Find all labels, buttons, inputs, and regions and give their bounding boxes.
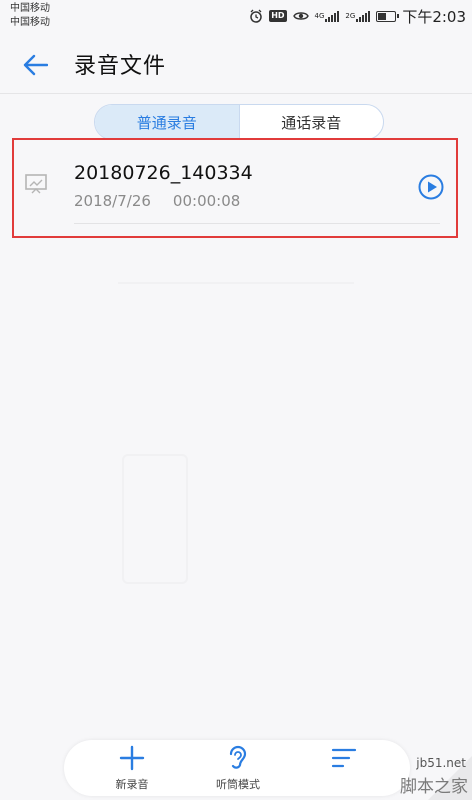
signal-1-icon: 4G (315, 10, 340, 22)
network-type-1: 4G (314, 12, 325, 20)
eye-icon (292, 10, 309, 22)
watermark: jb51.net 脚本之家 (382, 742, 472, 800)
background-illustration-phone (122, 454, 188, 584)
menu-lines-icon (329, 744, 359, 772)
recording-meta: 2018/7/26 00:00:08 (74, 192, 240, 210)
app-header: 录音文件 (0, 34, 472, 94)
status-icons: HD 4G 2G 下午2:03 (249, 6, 466, 26)
earpiece-mode-label: 听筒模式 (216, 778, 260, 791)
recording-duration: 00:00:08 (172, 192, 241, 210)
recording-name: 20180726_140334 (74, 162, 253, 184)
back-button[interactable] (20, 50, 50, 80)
hd-icon: HD (269, 10, 287, 22)
carrier-labels: 中国移动 中国移动 (10, 2, 50, 30)
background-illustration-line (118, 282, 354, 284)
recording-file-icon (25, 174, 47, 194)
network-type-2: 2G (345, 12, 356, 20)
alarm-icon (249, 9, 263, 23)
watermark-brand: 脚本之家 (400, 777, 468, 797)
header-divider (0, 93, 472, 94)
tab-normal-recording[interactable]: 普通录音 (95, 105, 239, 139)
new-recording-button[interactable]: 新录音 (82, 744, 182, 794)
recording-type-tabs: 普通录音 通话录音 (94, 104, 384, 140)
item-divider (74, 223, 440, 224)
ear-icon (223, 744, 253, 772)
back-arrow-icon (23, 54, 48, 76)
more-button[interactable] (294, 744, 394, 794)
recording-date: 2018/7/26 (74, 192, 151, 210)
battery-icon (376, 10, 400, 22)
earpiece-mode-button[interactable]: 听筒模式 (188, 744, 288, 794)
signal-2-icon: 2G (345, 10, 371, 22)
carrier-2: 中国移动 (10, 17, 50, 28)
page-title: 录音文件 (74, 54, 167, 79)
recording-list-item[interactable]: 20180726_140334 2018/7/26 00:00:08 (14, 140, 456, 236)
status-bar: 中国移动 中国移动 HD 4G 2G 下午2:03 (0, 0, 472, 34)
new-recording-label: 新录音 (115, 778, 149, 791)
tab-call-recording[interactable]: 通话录音 (238, 105, 384, 139)
carrier-1: 中国移动 (10, 3, 50, 14)
play-icon[interactable] (418, 174, 444, 200)
status-time: 下午2:03 (402, 7, 466, 26)
plus-icon (117, 744, 147, 772)
watermark-site: jb51.net (416, 756, 466, 770)
bottom-action-bar: 新录音 听筒模式 (64, 740, 410, 796)
